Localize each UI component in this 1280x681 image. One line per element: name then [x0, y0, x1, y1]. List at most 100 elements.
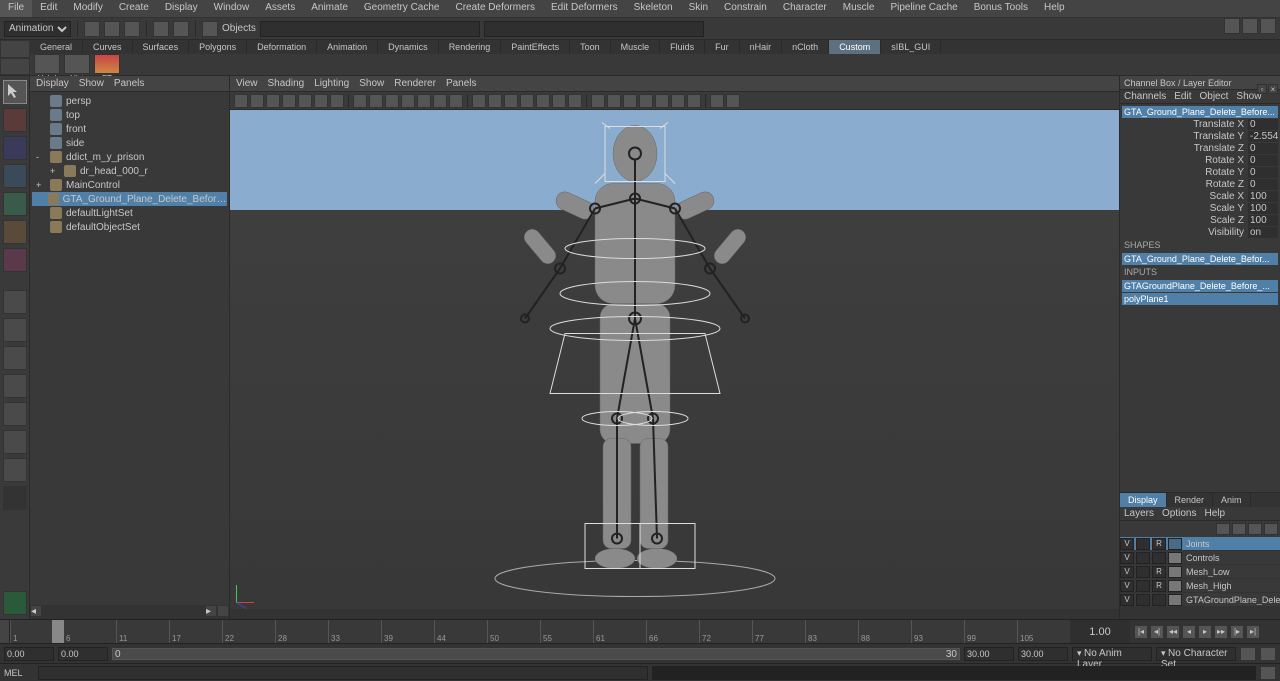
viewport-toolbar-icon[interactable]	[705, 94, 706, 108]
layer-color-swatch[interactable]	[1168, 594, 1182, 606]
channel-attr-row[interactable]: Scale X100	[1122, 190, 1278, 202]
layer-playback-toggle[interactable]	[1136, 580, 1150, 592]
redo-button[interactable]	[173, 21, 189, 37]
layer-vis-toggle[interactable]: V	[1120, 580, 1134, 592]
layer-row[interactable]: VRMesh_Low	[1120, 565, 1280, 579]
timeslider-handle-icon[interactable]	[0, 620, 10, 643]
channel-attr-row[interactable]: Scale Y100	[1122, 202, 1278, 214]
viewport-toolbar-icon[interactable]	[330, 94, 344, 108]
outliner-item[interactable]: defaultLightSet	[32, 206, 227, 220]
channel-attr-row[interactable]: Translate X0	[1122, 118, 1278, 130]
attribute-editor-toggle-icon[interactable]	[1224, 18, 1240, 34]
scale-tool[interactable]	[3, 220, 27, 244]
outliner-item[interactable]: +dr_head_000_r	[32, 164, 227, 178]
layout-four-icon[interactable]	[3, 318, 27, 342]
paint-select-tool[interactable]	[3, 136, 27, 160]
menu-assets[interactable]: Assets	[257, 0, 303, 17]
shelf-tab-fur[interactable]: Fur	[705, 40, 740, 54]
viewport-toolbar-icon[interactable]	[586, 94, 587, 108]
viewport-toolbar-icon[interactable]	[552, 94, 566, 108]
menu-create[interactable]: Create	[111, 0, 157, 17]
viewport-toolbar-icon[interactable]	[520, 94, 534, 108]
layer-type-toggle[interactable]	[1152, 594, 1166, 606]
shelf-tab-curves[interactable]: Curves	[83, 40, 133, 54]
viewport-toolbar-icon[interactable]	[639, 94, 653, 108]
layer-menu-options[interactable]: Options	[1162, 508, 1196, 519]
manipulator-tool[interactable]	[3, 248, 27, 272]
menu-display[interactable]: Display	[157, 0, 206, 17]
scroll-left-icon[interactable]: ◂	[30, 605, 42, 617]
step-forward-button[interactable]: ▸▸	[1214, 625, 1228, 639]
range-bar[interactable]: 030	[112, 648, 960, 660]
shelf-icon-hist[interactable]	[64, 54, 90, 74]
outliner-scrollbar[interactable]: ◂ ▸	[30, 605, 229, 619]
layer-row[interactable]: VControls	[1120, 551, 1280, 565]
layout-persp-graph-icon[interactable]	[3, 374, 27, 398]
range-bar-handle[interactable]: 030	[112, 648, 960, 660]
layout-persp-outliner-icon[interactable]	[3, 346, 27, 370]
vp-menu-lighting[interactable]: Lighting	[314, 78, 349, 89]
menu-file[interactable]: File	[0, 0, 32, 17]
cb-object-name[interactable]: GTA_Ground_Plane_Delete_Before...	[1122, 106, 1278, 118]
attr-value[interactable]: 100	[1248, 191, 1278, 202]
layer-playback-toggle[interactable]	[1136, 538, 1150, 550]
cb-menu-channels[interactable]: Channels	[1124, 91, 1166, 102]
undo-button[interactable]	[153, 21, 169, 37]
expand-icon[interactable]: +	[50, 166, 60, 176]
viewport-toolbar-icon[interactable]	[385, 94, 399, 108]
viewport-bottom-scroll[interactable]	[230, 609, 1119, 619]
cb-input-node[interactable]: GTAGroundPlane_Delete_Before_...	[1122, 280, 1278, 292]
viewport-toolbar-icon[interactable]	[472, 94, 486, 108]
layout-hypershade-icon[interactable]	[3, 402, 27, 426]
viewport-toolbar-icon[interactable]	[568, 94, 582, 108]
viewport-toolbar-icon[interactable]	[449, 94, 463, 108]
viewport-toolbar-icon[interactable]	[234, 94, 248, 108]
outliner-item[interactable]: GTA_Ground_Plane_Delete_Before_Export	[32, 192, 227, 206]
name-field-input[interactable]	[484, 21, 704, 37]
viewport-toolbar-icon[interactable]	[369, 94, 383, 108]
shelf-tab-ncloth[interactable]: nCloth	[782, 40, 829, 54]
layer-type-toggle[interactable]: R	[1152, 538, 1166, 550]
outliner-menu-panels[interactable]: Panels	[114, 78, 145, 89]
prefs-icon[interactable]	[1260, 647, 1276, 661]
shelf-arrow-icon[interactable]	[0, 40, 30, 58]
layer-playback-toggle[interactable]	[1136, 594, 1150, 606]
shelf-tab-rendering[interactable]: Rendering	[439, 40, 502, 54]
menu-character[interactable]: Character	[775, 0, 835, 17]
shelf-tab-dynamics[interactable]: Dynamics	[378, 40, 439, 54]
vp-menu-shading[interactable]: Shading	[268, 78, 305, 89]
outliner-menu-show[interactable]: Show	[79, 78, 104, 89]
channel-attr-row[interactable]: Visibilityon	[1122, 226, 1278, 238]
attr-value[interactable]: 0	[1248, 155, 1278, 166]
move-tool[interactable]	[3, 164, 27, 188]
channel-attr-row[interactable]: Rotate Y0	[1122, 166, 1278, 178]
cb-input-node[interactable]: polyPlane1	[1122, 293, 1278, 305]
script-editor-button[interactable]	[1260, 666, 1276, 680]
layer-menu-layers[interactable]: Layers	[1124, 508, 1154, 519]
cb-menu-edit[interactable]: Edit	[1174, 91, 1191, 102]
outliner-item[interactable]: +MainControl	[32, 178, 227, 192]
selection-filter-input[interactable]	[260, 21, 480, 37]
layer-color-swatch[interactable]	[1168, 580, 1182, 592]
attr-value[interactable]: 0	[1248, 119, 1278, 130]
open-scene-button[interactable]	[104, 21, 120, 37]
layer-new-empty-icon[interactable]	[1248, 523, 1262, 535]
outliner-item[interactable]: top	[32, 108, 227, 122]
viewport-toolbar-icon[interactable]	[710, 94, 724, 108]
channel-attr-row[interactable]: Scale Z100	[1122, 214, 1278, 226]
viewport-toolbar-icon[interactable]	[488, 94, 502, 108]
select-tool[interactable]	[3, 80, 27, 104]
attr-value[interactable]: -2.554	[1248, 131, 1278, 142]
layer-playback-toggle[interactable]	[1136, 552, 1150, 564]
vp-menu-renderer[interactable]: Renderer	[394, 78, 436, 89]
viewport-toolbar-icon[interactable]	[504, 94, 518, 108]
viewport-toolbar-icon[interactable]	[671, 94, 685, 108]
menu-create-deformers[interactable]: Create Deformers	[448, 0, 543, 17]
layer-row[interactable]: VRMesh_High	[1120, 579, 1280, 593]
layer-tab-display[interactable]: Display	[1120, 493, 1167, 507]
viewport-toolbar-icon[interactable]	[536, 94, 550, 108]
viewport-toolbar-icon[interactable]	[282, 94, 296, 108]
menu-edit[interactable]: Edit	[32, 0, 65, 17]
viewport-3d[interactable]	[230, 110, 1119, 609]
menu-window[interactable]: Window	[206, 0, 258, 17]
